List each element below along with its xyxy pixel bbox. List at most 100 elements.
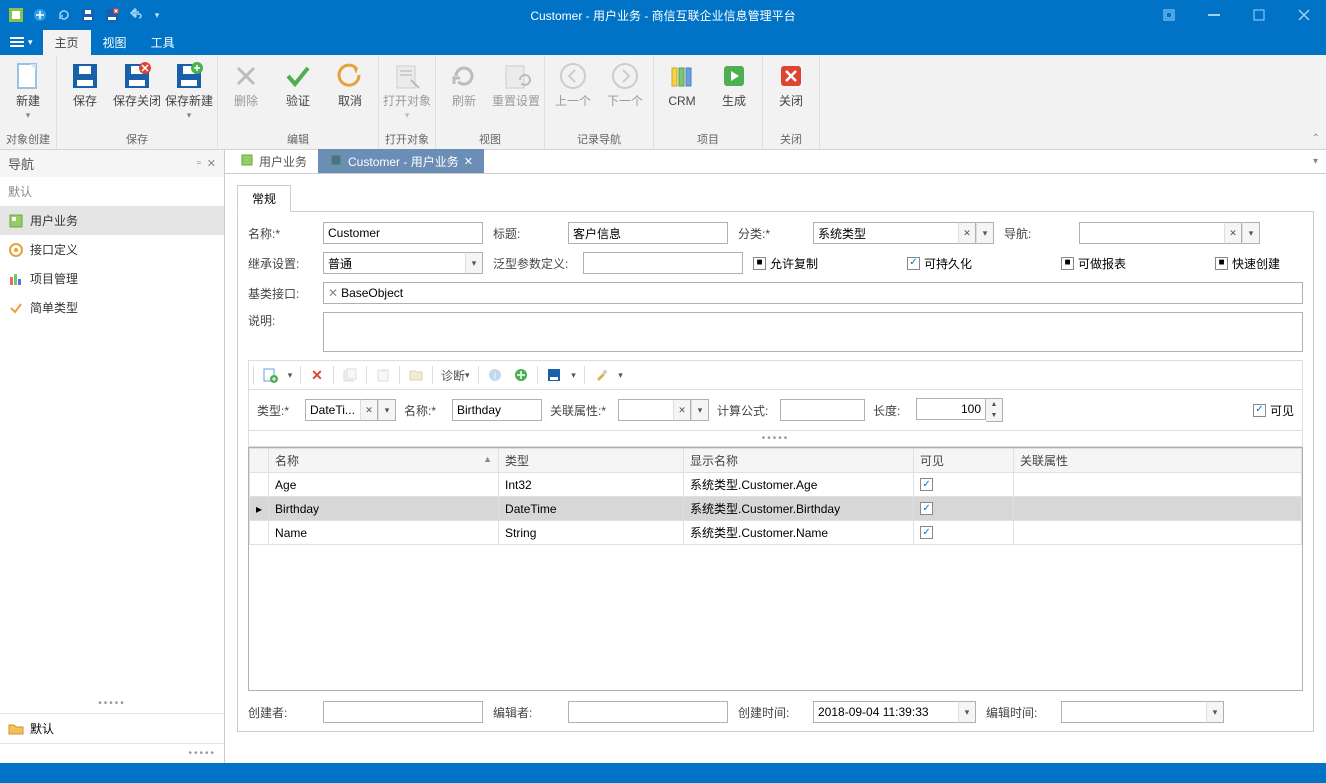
table-row[interactable]: AgeInt32系统类型.Customer.Age✓ — [250, 473, 1302, 497]
ribbon-expand-icon[interactable]: ⌃ — [1312, 133, 1320, 144]
openobj-button[interactable]: 打开对象▾ — [381, 57, 433, 121]
file-menu-button[interactable]: ▾ — [0, 30, 43, 55]
diagnose-button[interactable]: 诊断 ▾ — [437, 364, 474, 386]
sidebar-mini-splitter[interactable]: ••••• — [0, 743, 224, 763]
document-tab[interactable]: 用户业务 — [229, 149, 318, 173]
gen-button[interactable]: 生成 — [708, 57, 760, 108]
tab-home[interactable]: 主页 — [43, 30, 91, 55]
persistable-checkbox[interactable]: ✓ — [907, 257, 920, 270]
new-button[interactable]: 新建▾ — [2, 57, 54, 121]
dropdown-icon[interactable]: ▾ — [187, 110, 192, 121]
tab-tools[interactable]: 工具 — [139, 30, 187, 55]
dropdown-icon[interactable]: ▾ — [405, 110, 410, 121]
props-icon[interactable] — [589, 364, 613, 386]
qat-saveclose-icon[interactable] — [104, 7, 120, 23]
column-header[interactable]: 名称▲ — [269, 449, 499, 473]
etime-combo[interactable]: ▾ — [1061, 701, 1224, 723]
clear-icon[interactable]: ✕ — [1224, 222, 1242, 244]
clear-icon[interactable]: ✕ — [958, 222, 976, 244]
save-icon[interactable] — [542, 364, 566, 386]
sidebar-footer-item[interactable]: 默认 — [0, 713, 224, 743]
dropdown-icon[interactable]: ▾ — [976, 222, 994, 244]
table-row[interactable]: NameString系统类型.Customer.Name✓ — [250, 521, 1302, 545]
tab-view[interactable]: 视图 — [91, 30, 139, 55]
next-button[interactable]: 下一个 — [599, 57, 651, 108]
quickcreate-checkbox[interactable]: ■ — [1215, 257, 1228, 270]
sidebar-pin-icon[interactable]: ▫ — [197, 157, 201, 170]
spin-up-icon[interactable]: ▲ — [986, 399, 1002, 410]
dropdown-icon[interactable]: ▾ — [1242, 222, 1260, 244]
qat-dropdown-icon[interactable]: ▾ — [152, 7, 162, 23]
cancel-button[interactable]: 取消 — [324, 57, 376, 108]
column-header[interactable]: 可见 — [914, 449, 1014, 473]
delete-icon[interactable]: ✕ — [305, 364, 329, 386]
window-maximize-icon[interactable] — [1236, 0, 1281, 30]
refresh-button[interactable]: 刷新 — [438, 57, 490, 108]
saveclose-button[interactable]: 保存关闭 — [111, 57, 163, 108]
prop-name-field[interactable] — [452, 399, 542, 421]
save-dropdown-icon[interactable]: ▾ — [568, 364, 580, 386]
sidebar-item[interactable]: 项目管理 — [0, 264, 224, 293]
window-pin-icon[interactable] — [1146, 0, 1191, 30]
allow-copy-checkbox[interactable]: ■ — [753, 257, 766, 270]
category-combo[interactable]: ✕ ▾ — [813, 222, 994, 244]
visible-checkbox[interactable]: ✓ — [920, 526, 933, 539]
qat-new-icon[interactable] — [32, 7, 48, 23]
prop-type-combo[interactable]: ✕ ▾ — [305, 399, 396, 421]
column-header[interactable]: 关联属性 — [1014, 449, 1302, 473]
new-item-icon[interactable] — [258, 364, 282, 386]
dropdown-icon[interactable]: ▾ — [26, 110, 31, 121]
visible-checkbox[interactable]: ✓ — [920, 478, 933, 491]
nav-combo[interactable]: ✕ ▾ — [1079, 222, 1260, 244]
inherit-combo[interactable]: ▾ — [323, 252, 483, 274]
dropdown-icon[interactable]: ▾ — [465, 252, 483, 274]
info-icon[interactable]: i — [483, 364, 507, 386]
dropdown-icon[interactable]: ▾ — [1206, 701, 1224, 723]
column-header[interactable]: 类型 — [499, 449, 684, 473]
ctime-combo[interactable]: ▾ — [813, 701, 976, 723]
table-row[interactable]: ▸BirthdayDateTime系统类型.Customer.Birthday✓ — [250, 497, 1302, 521]
document-tab[interactable]: Customer - 用户业务✕ — [318, 149, 484, 173]
editor-field[interactable] — [568, 701, 728, 723]
qat-undo-icon[interactable] — [128, 7, 144, 23]
column-header[interactable]: 显示名称 — [684, 449, 914, 473]
name-field[interactable] — [323, 222, 483, 244]
dropdown-icon[interactable]: ▾ — [691, 399, 709, 421]
prop-len-field[interactable] — [916, 398, 986, 420]
add-icon[interactable] — [509, 364, 533, 386]
new-dropdown-icon[interactable]: ▾ — [284, 364, 296, 386]
verify-button[interactable]: 验证 — [272, 57, 324, 108]
sidebar-item[interactable]: 简单类型 — [0, 293, 224, 322]
props-dropdown-icon[interactable]: ▾ — [615, 364, 627, 386]
sidebar-close-icon[interactable]: ✕ — [207, 157, 216, 170]
collapse-handle[interactable]: ••••• — [248, 431, 1303, 447]
window-close-icon[interactable] — [1281, 0, 1326, 30]
prop-calc-field[interactable] — [780, 399, 865, 421]
clear-icon[interactable]: ✕ — [360, 399, 378, 421]
remove-tag-icon[interactable]: ✕ — [328, 286, 338, 300]
save-button[interactable]: 保存 — [59, 57, 111, 108]
window-minimize-icon[interactable] — [1191, 0, 1236, 30]
paste-icon[interactable] — [371, 364, 395, 386]
close-tab-icon[interactable]: ✕ — [464, 155, 473, 168]
generic-field[interactable] — [583, 252, 743, 274]
close-button[interactable]: 关闭 — [765, 57, 817, 108]
copy-icon[interactable] — [338, 364, 362, 386]
crm-button[interactable]: CRM — [656, 57, 708, 108]
tabstrip-dropdown-icon[interactable]: ▾ — [1313, 156, 1318, 167]
savenew-button[interactable]: 保存新建▾ — [163, 57, 215, 121]
delete-button[interactable]: 删除 — [220, 57, 272, 108]
reset-button[interactable]: 重置设置 — [490, 57, 542, 108]
prev-button[interactable]: 上一个 — [547, 57, 599, 108]
clear-icon[interactable]: ✕ — [673, 399, 691, 421]
app-icon[interactable] — [8, 7, 24, 23]
visible-checkbox[interactable]: ✓ — [1253, 404, 1266, 417]
dropdown-icon[interactable]: ▾ — [958, 701, 976, 723]
description-field[interactable] — [323, 312, 1303, 352]
qat-refresh-icon[interactable] — [56, 7, 72, 23]
sidebar-splitter[interactable]: ••••• — [0, 694, 224, 713]
sidebar-item[interactable]: 用户业务 — [0, 206, 224, 235]
title-field[interactable] — [568, 222, 728, 244]
prop-rel-combo[interactable]: ✕ ▾ — [618, 399, 709, 421]
dropdown-icon[interactable]: ▾ — [378, 399, 396, 421]
